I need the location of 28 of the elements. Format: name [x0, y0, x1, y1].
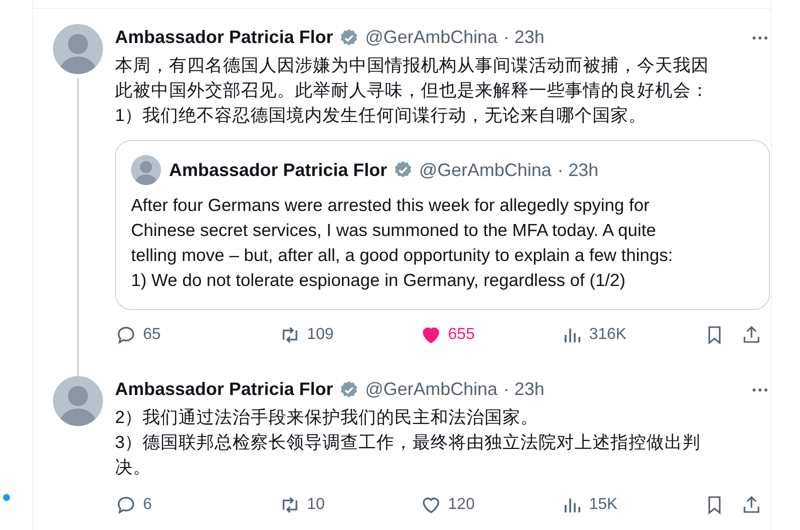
- post-time[interactable]: · 23h: [557, 156, 598, 184]
- avatar[interactable]: [53, 376, 103, 426]
- reply-button[interactable]: 65: [115, 323, 279, 347]
- like-button[interactable]: 120: [420, 493, 562, 517]
- avatar[interactable]: [53, 24, 103, 74]
- like-button[interactable]: 655: [420, 323, 562, 347]
- author-name[interactable]: Ambassador Patricia Flor: [169, 156, 388, 184]
- post-time[interactable]: · 23h: [503, 376, 544, 403]
- share-icon[interactable]: [741, 324, 762, 346]
- author-name[interactable]: Ambassador Patricia Flor: [115, 24, 334, 51]
- author-handle[interactable]: @GerAmbChina: [419, 156, 552, 184]
- post-text: 本周，有四名德国人因涉嫌为中国情报机构从事间谍活动而被捕，今天我因 此被中国外交部召见。此举耐人寻味，但也是来解释一些事情的良好机会： 1）我们绝不容忍德国境内发生任何间谍行动，无论来自哪个国家。: [115, 54, 710, 127]
- author-handle[interactable]: @GerAmbChina: [365, 24, 498, 51]
- author-handle[interactable]: @GerAmbChina: [365, 376, 498, 403]
- views-button[interactable]: 15K: [561, 493, 704, 517]
- views-button[interactable]: 316K: [561, 323, 704, 347]
- post-text: 2）我们通过法治手段来保护我们的民主和法治国家。 3）德国联邦总检察长领导调查工作，最终将由独立法院对上述指控做出判 决。: [115, 406, 702, 479]
- repost-button[interactable]: 10: [278, 493, 420, 517]
- share-icon[interactable]: [741, 494, 762, 516]
- avatar[interactable]: [131, 155, 161, 185]
- quoted-post-text: After four Germans were arrested this week for allegedly spying for Chinese secret services, I was summoned to the MFA today. A quite telling move – but, after all, a good opportunity to explain a few things: 1) We do not tolerate espionage in Germany, regardless of (1/2): [131, 194, 674, 292]
- comment-icon: [115, 494, 137, 516]
- comment-icon: [115, 324, 137, 346]
- author-name[interactable]: Ambassador Patricia Flor: [115, 376, 334, 403]
- repost-button[interactable]: 109: [278, 323, 420, 347]
- quoted-post[interactable]: [115, 140, 770, 310]
- reply-button[interactable]: 6: [115, 493, 279, 517]
- post-time[interactable]: · 23h: [503, 24, 544, 51]
